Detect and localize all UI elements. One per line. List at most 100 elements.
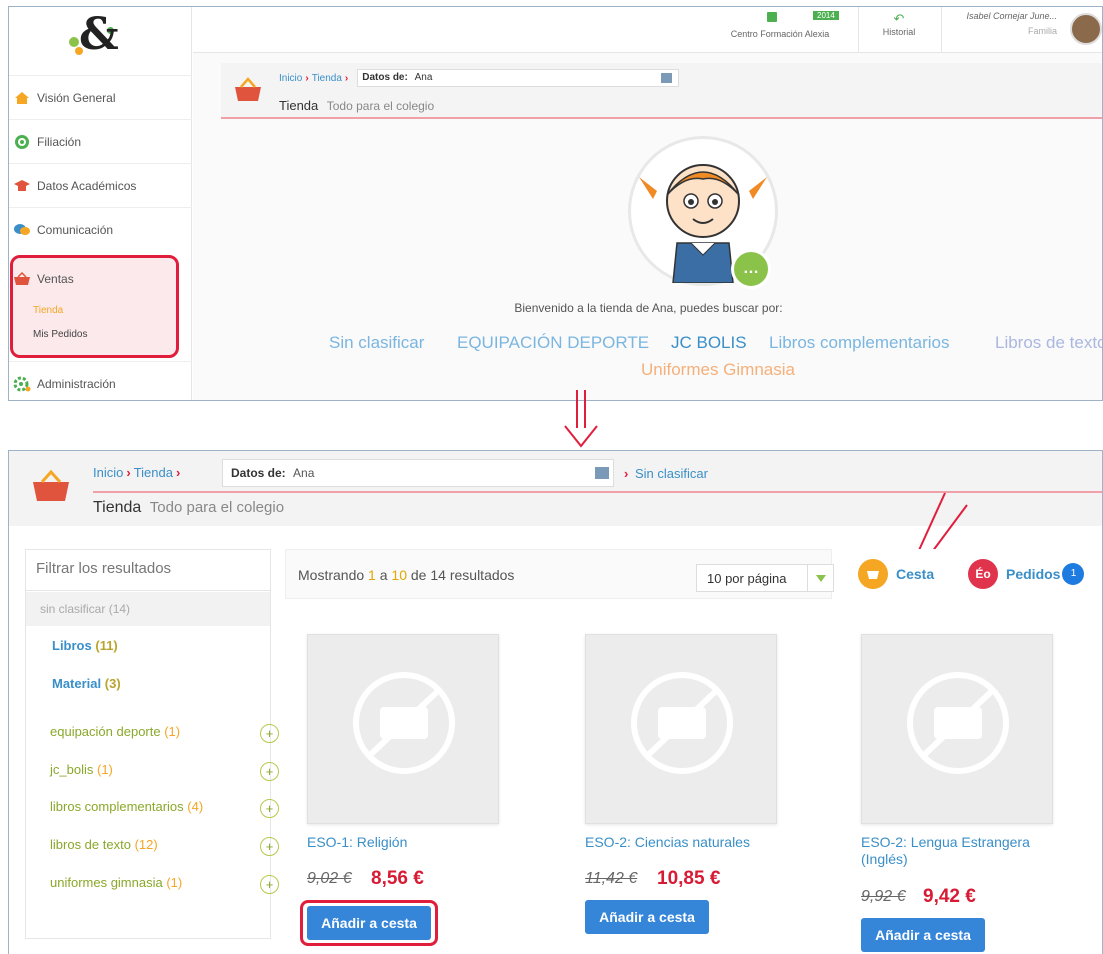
filter-cat-equipacion-deporte[interactable]: equipación deporte (1) [50,724,180,739]
page-heading: Tienda Todo para el colegio [93,499,284,517]
product-card: ESO-1: Religión 9,02 € 8,56 € Añadir a c… [285,616,545,954]
product-image-placeholder [307,634,499,824]
top-header-bar: 2014 Centro Formación Alexia ↶ Historial… [193,7,1102,53]
chevron-down-icon [807,565,833,591]
breadcrumb: Inicio › Tienda › Datos de: Ana [279,69,680,87]
sidebar-item-datos-academicos[interactable]: Datos Académicos [9,163,192,207]
crumb-inicio[interactable]: Inicio [93,465,123,480]
category-link-jc-bolis[interactable]: JC BOLIS [671,333,747,353]
crumb-tienda[interactable]: Tienda [312,73,342,84]
dropdown-icon [595,467,609,479]
cesta-button[interactable]: Cesta [858,559,934,589]
breadcrumb-extra[interactable]: › Sin clasificar [621,466,708,481]
page-title: Tienda [93,499,142,516]
add-to-cart-button[interactable]: Añadir a cesta [585,900,709,934]
product-name[interactable]: ESO-1: Religión [307,834,407,851]
datos-select[interactable]: Datos de: Ana [222,459,614,487]
down-arrow-icon [562,388,602,455]
datos-select[interactable]: Datos de: Ana [357,69,680,87]
expand-plus-icon[interactable]: + [260,837,279,856]
filter-title: Filtrar los resultados [36,560,172,577]
logo-ampersand: & [79,9,119,60]
category-link-equipacion-deporte[interactable]: EQUIPACIÓN DEPORTE [457,333,649,353]
crumb-tienda[interactable]: Tienda [134,465,173,480]
history-icon: ↶ [893,11,905,26]
pedidos-button[interactable]: Éo Pedidos 1 [968,559,1085,589]
basket-icon [233,77,263,108]
filter-cat-uniformes-gimnasia[interactable]: uniformes gimnasia (1) [50,875,182,890]
sidebar-item-ventas[interactable]: Ventas [9,257,192,301]
add-to-cart-button[interactable]: Añadir a cesta [861,918,985,952]
sidebar-item-label: Administración [37,376,116,391]
expand-plus-icon[interactable]: + [260,762,279,781]
sidebar-item-comunicacion[interactable]: Comunicación [9,207,192,251]
cart-icon [858,559,888,589]
avatar[interactable] [1070,13,1102,45]
filter-sub-material[interactable]: Material (3) [52,676,121,691]
results-count: Mostrando 1 a 10 de 14 resultados [298,567,515,583]
sidebar-item-label: Visión General [37,90,116,105]
product-name[interactable]: ESO-2: Lengua Estrangera (Inglés) [861,834,1071,868]
sidebar-item-vision-general[interactable]: Visión General [9,75,192,119]
filter-cat-jc-bolis[interactable]: jc_bolis (1) [50,762,113,777]
chat-icon [13,222,31,238]
basket-icon [13,271,31,287]
per-page-select[interactable]: 10 por página [696,564,834,592]
category-link-libros-de-texto[interactable]: Libros de texto [995,333,1102,353]
product-card: ESO-2: Ciencias naturales 11,42 € 10,85 … [563,616,823,954]
bottom-screenshot: Inicio › Tienda › Datos de: Ana › Sin cl… [8,450,1103,954]
add-to-cart-button[interactable]: Añadir a cesta [307,906,431,940]
breadcrumb: Inicio › Tienda › [93,465,181,480]
expand-plus-icon[interactable]: + [260,875,279,894]
product-card: ESO-2: Lengua Estrangera (Inglés) 9,92 €… [839,616,1099,954]
product-price: 10,85 € [657,868,721,889]
graduation-cap-icon [13,178,31,194]
product-image-placeholder [585,634,777,824]
category-link-sin-clasificar[interactable]: Sin clasificar [329,333,424,353]
filter-cat-libros-complementarios[interactable]: libros complementarios (4) [50,799,203,814]
page-title: Tienda [279,98,319,113]
centro-label: Centro Formación Alexia [730,29,830,39]
year-badge: 2014 [813,11,839,20]
target-icon [13,134,31,150]
chat-bubble-icon[interactable]: … [731,249,771,289]
home-icon [13,90,31,106]
product-price: 8,56 € [371,868,424,889]
filter-cat-libros-de-texto[interactable]: libros de texto (12) [50,837,158,852]
crumb-inicio[interactable]: Inicio [279,73,302,84]
filter-panel: Filtrar los resultados sin clasificar (1… [25,549,279,939]
product-name[interactable]: ESO-2: Ciencias naturales [585,834,750,851]
top-content: Inicio › Tienda › Datos de: Ana Tienda T… [193,53,1102,400]
school-icon [767,12,777,22]
welcome-message: Bienvenido a la tienda de Ana, puedes bu… [514,301,783,315]
centro-selector[interactable]: 2014 Centro Formación Alexia [705,11,855,39]
product-image-placeholder [861,634,1053,824]
sidebar-item-filiacion[interactable]: Filiación [9,119,192,163]
category-link-uniformes-gimnasia[interactable]: Uniformes Gimnasia [641,360,795,380]
sidebar: & Visión General Filiación Datos Académi… [9,7,192,400]
sidebar-item-label: Ventas [37,272,74,286]
orders-icon: Éo [968,559,998,589]
expand-plus-icon[interactable]: + [260,724,279,743]
user-info[interactable]: Isabel Cornejar June... Familia [945,11,1057,36]
sidebar-item-administracion[interactable]: Administración [9,361,192,400]
historial-button[interactable]: ↶ Historial [863,11,935,37]
filter-sub-libros[interactable]: Libros (11) [52,638,118,653]
logo: & [9,7,191,71]
product-old-price: 9,92 € [861,888,906,905]
product-price: 9,42 € [923,886,976,907]
top-screenshot: & Visión General Filiación Datos Académi… [8,6,1103,401]
product-old-price: 9,02 € [307,870,352,887]
expand-plus-icon[interactable]: + [260,799,279,818]
sidebar-subitem-tienda[interactable]: Tienda [33,305,63,316]
product-old-price: 11,42 € [585,870,638,887]
historial-label: Historial [882,27,916,37]
page-heading: Tienda Todo para el colegio [279,97,434,115]
sidebar-item-label: Datos Académicos [37,178,137,193]
gear-icon [13,376,31,392]
filter-selected[interactable]: sin clasificar (14) [26,592,270,626]
category-link-libros-complementarios[interactable]: Libros complementarios [769,333,949,353]
sidebar-item-label: Filiación [37,134,82,149]
cart-bar: Cesta Éo Pedidos 1 [842,549,1102,599]
sidebar-subitem-mis-pedidos[interactable]: Mis Pedidos [33,329,87,340]
